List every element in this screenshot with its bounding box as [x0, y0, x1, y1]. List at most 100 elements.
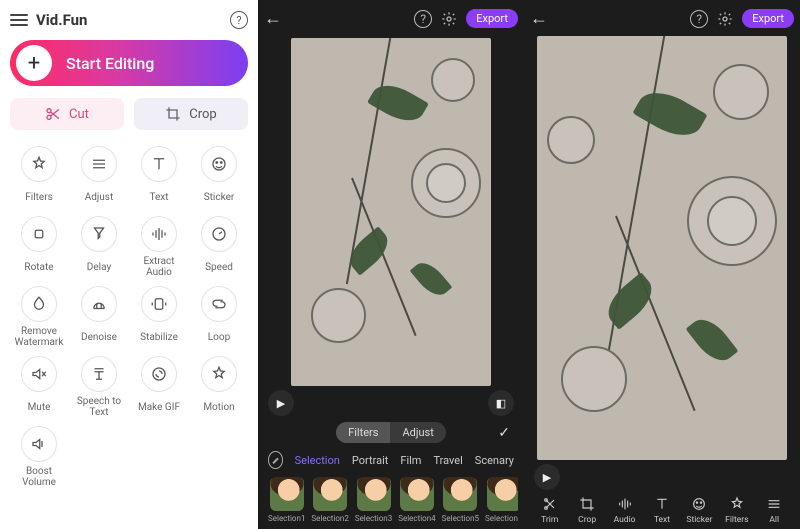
tool-label: RemoveWatermark [15, 326, 64, 348]
tool-delay[interactable]: Delay [70, 214, 128, 280]
thumb-label: Selection6 [485, 514, 518, 523]
tool-mute[interactable]: Mute [10, 354, 68, 420]
text-icon [654, 496, 670, 512]
btool-label: Crop [578, 515, 596, 525]
loop-icon [201, 286, 237, 322]
bottom-tool-crop[interactable]: Crop [569, 496, 604, 525]
cut-label: Cut [69, 107, 89, 122]
tool-rotate[interactable]: Rotate [10, 214, 68, 280]
category-scenary[interactable]: Scenary [475, 454, 514, 467]
tool-speech-to-text[interactable]: Speech toText [70, 354, 128, 420]
compare-button[interactable]: ◧ [488, 390, 514, 416]
tool-label: Stabilize [140, 326, 178, 348]
tool-label: Speech toText [77, 396, 121, 418]
pill-tabs: Filters Adjust [336, 422, 446, 443]
remove-watermark-icon [21, 286, 57, 322]
category-portrait[interactable]: Portrait [352, 454, 389, 467]
bottom-tool-audio[interactable]: Audio [607, 496, 642, 525]
bottom-toolbar: Trim Crop Audio Text Sticker Filters All [530, 496, 794, 525]
bottom-tool-filters[interactable]: Filters [719, 496, 754, 525]
bottom-tool-sticker[interactable]: Sticker [682, 496, 717, 525]
tool-loop[interactable]: Loop [190, 284, 248, 350]
thumb-label: Selection5 [442, 514, 479, 523]
tool-text[interactable]: Text [130, 144, 188, 210]
preview-viewport [291, 38, 491, 386]
btool-label: All [769, 515, 779, 525]
start-editing-button[interactable]: + Start Editing [10, 40, 248, 86]
btool-label: Audio [614, 515, 636, 525]
play-button[interactable]: ▶ [268, 390, 294, 416]
settings-icon[interactable] [716, 10, 734, 28]
tool-sticker[interactable]: Sticker [190, 144, 248, 210]
tool-label: Loop [208, 326, 230, 348]
segment-row: Cut Crop [10, 98, 248, 130]
filter-thumb[interactable]: Selection3 [355, 477, 392, 523]
tool-make-gif[interactable]: Make GIF [130, 354, 188, 420]
play-button[interactable]: ▶ [534, 464, 560, 490]
thumb-image [400, 477, 434, 511]
tool-adjust[interactable]: Adjust [70, 144, 128, 210]
bottom-tool-text[interactable]: Text [644, 496, 679, 525]
none-icon[interactable] [268, 451, 283, 469]
tool-denoise[interactable]: Denoise [70, 284, 128, 350]
back-icon[interactable]: ← [530, 8, 552, 29]
sticker-icon [691, 496, 707, 512]
category-selection[interactable]: Selection [295, 454, 340, 467]
adjust-icon [81, 146, 117, 182]
cut-button[interactable]: Cut [10, 98, 124, 130]
confirm-icon[interactable]: ✓ [498, 425, 510, 441]
tool-boost-volume[interactable]: Boost Volume [10, 424, 68, 490]
bottom-tool-all[interactable]: All [757, 496, 792, 525]
tool-label: Speed [205, 256, 233, 278]
btool-label: Filters [725, 515, 748, 525]
help-icon[interactable]: ? [414, 10, 432, 28]
text-icon [141, 146, 177, 182]
filter-category-row: Selection Portrait Film Travel Scenary [264, 451, 518, 469]
tab-filters[interactable]: Filters [336, 422, 390, 443]
settings-icon[interactable] [440, 10, 458, 28]
crop-icon [579, 496, 595, 512]
editor-main-panel: ← ? Export ▶ Trim Crop Audio Text Sticker Fil… [524, 0, 800, 529]
rotate-icon [21, 216, 57, 252]
help-icon[interactable]: ? [690, 10, 708, 28]
btool-label: Text [654, 515, 670, 525]
thumb-image [487, 477, 518, 511]
tool-label: Extract Audio [130, 256, 188, 278]
audio-icon [617, 496, 633, 512]
tool-filters[interactable]: Filters [10, 144, 68, 210]
sticker-icon [201, 146, 237, 182]
thumb-label: Selection2 [311, 514, 348, 523]
scissors-icon [45, 106, 61, 122]
transport-row: ▶ [530, 464, 794, 490]
tool-label: Rotate [24, 256, 53, 278]
crop-button[interactable]: Crop [134, 98, 248, 130]
tool-label: Text [149, 186, 168, 208]
filters-icon [729, 496, 745, 512]
tool-stabilize[interactable]: Stabilize [130, 284, 188, 350]
tool-motion[interactable]: Motion [190, 354, 248, 420]
tool-label: Filters [25, 186, 53, 208]
tool-remove-watermark[interactable]: RemoveWatermark [10, 284, 68, 350]
menu-icon[interactable] [10, 14, 28, 26]
category-film[interactable]: Film [400, 454, 421, 467]
category-travel[interactable]: Travel [433, 454, 462, 467]
filter-thumb[interactable]: Selection2 [311, 477, 348, 523]
back-icon[interactable]: ← [264, 8, 286, 29]
filter-thumb[interactable]: Selection6 [485, 477, 518, 523]
tool-extract-audio[interactable]: Extract Audio [130, 214, 188, 280]
tab-adjust[interactable]: Adjust [390, 422, 445, 443]
thumb-image [357, 477, 391, 511]
export-button[interactable]: Export [466, 9, 518, 28]
topbar: ← ? Export [530, 8, 794, 30]
filter-thumb[interactable]: Selection4 [398, 477, 435, 523]
help-icon[interactable]: ? [230, 11, 248, 29]
speech-to-text-icon [81, 356, 117, 392]
bottom-tool-trim[interactable]: Trim [532, 496, 567, 525]
motion-icon [201, 356, 237, 392]
filter-thumb[interactable]: Selection5 [442, 477, 479, 523]
filter-thumb[interactable]: Selection1 [268, 477, 305, 523]
stabilize-icon [141, 286, 177, 322]
tool-label: Delay [87, 256, 111, 278]
tool-speed[interactable]: Speed [190, 214, 248, 280]
export-button[interactable]: Export [742, 9, 794, 28]
